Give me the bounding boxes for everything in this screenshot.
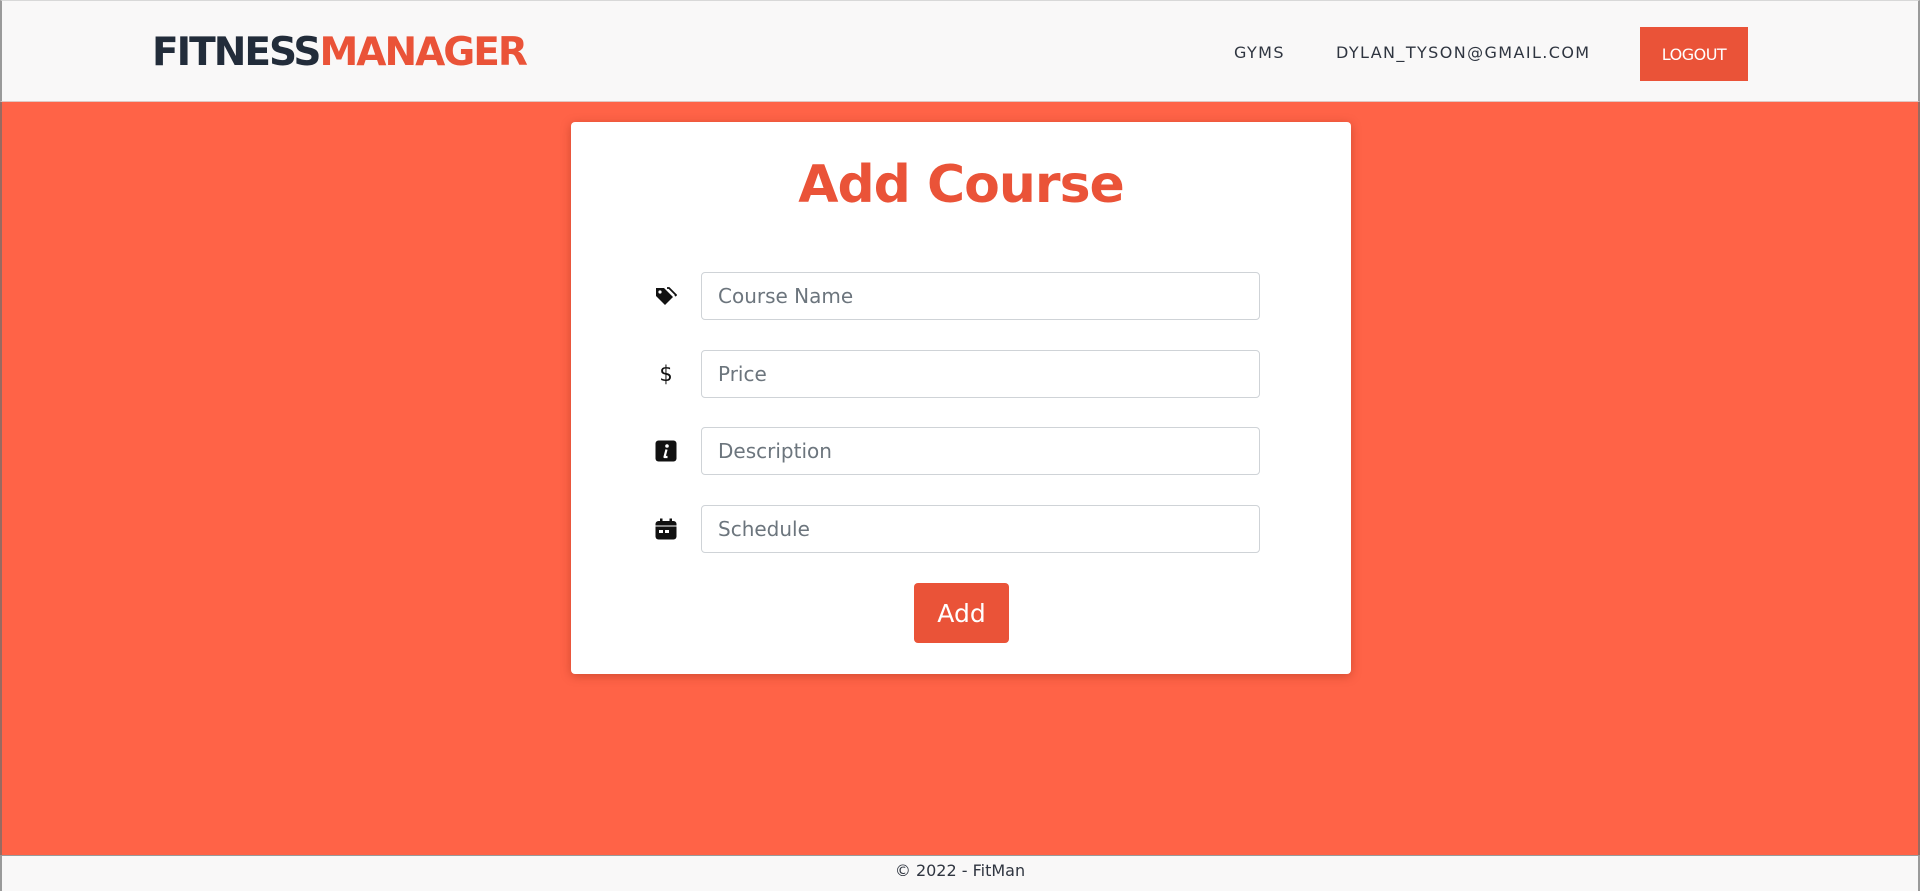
- brand-logo-part2: MANAGER: [319, 30, 527, 75]
- description-input[interactable]: [701, 427, 1260, 475]
- logout-button[interactable]: LOGOUT: [1640, 27, 1748, 81]
- course-name-input[interactable]: [701, 272, 1260, 320]
- nav-link-user-email[interactable]: DYLAN_TYSON@GMAIL.COM: [1336, 41, 1591, 65]
- brand-logo-part1: FITNESS: [152, 30, 321, 75]
- footer-copyright: © 2022 - FitMan: [894, 861, 1026, 880]
- course-name-row: [651, 272, 1260, 320]
- top-navbar: FITNESSMANAGER GYMS DYLAN_TYSON@GMAIL.CO…: [0, 0, 1920, 102]
- add-course-button[interactable]: Add: [914, 583, 1009, 643]
- price-input[interactable]: [701, 350, 1260, 398]
- dollar-icon: $: [651, 350, 681, 398]
- brand-logo[interactable]: FITNESSMANAGER: [152, 29, 528, 77]
- page-title: Add Course: [798, 155, 1125, 215]
- nav-link-gyms[interactable]: GYMS: [1234, 41, 1285, 65]
- window-edge-left: [0, 102, 2, 855]
- price-row: $: [651, 350, 1260, 398]
- tags-icon: [651, 272, 681, 320]
- calendar-icon: [651, 505, 681, 553]
- dollar-icon-glyph: $: [659, 362, 673, 386]
- schedule-input[interactable]: [701, 505, 1260, 553]
- info-icon: [651, 427, 681, 475]
- add-course-card: Add Course $: [571, 122, 1351, 674]
- schedule-row: [651, 505, 1260, 553]
- description-row: [651, 427, 1260, 475]
- footer: © 2022 - FitMan: [0, 855, 1920, 891]
